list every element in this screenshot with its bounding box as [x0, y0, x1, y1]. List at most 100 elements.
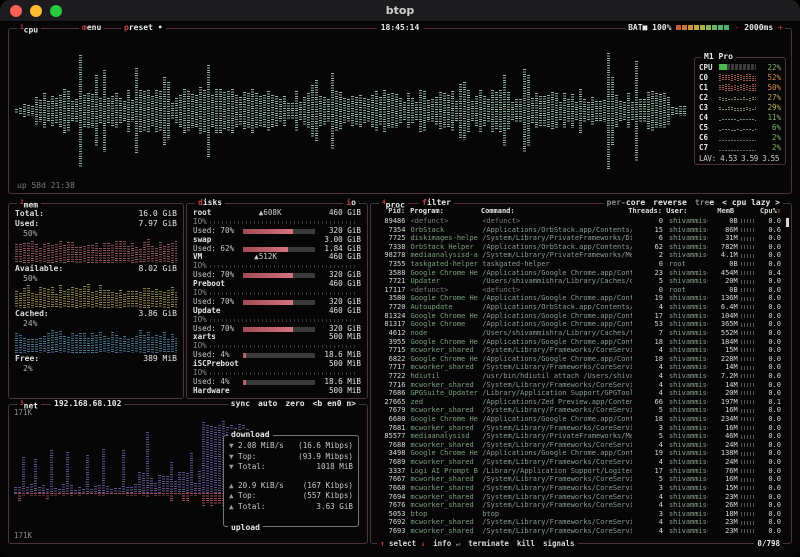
proc-threads: 5: [632, 277, 663, 286]
disk-used-meter: [243, 300, 315, 305]
process-row[interactable]: 7667 mcworker_shared /System/Library/Fra…: [376, 475, 781, 484]
proc-pid: 7694: [376, 493, 405, 502]
process-row[interactable]: 7668 mcworker_shared /System/Library/Fra…: [376, 484, 781, 493]
process-row[interactable]: 7716 mcworker_shared /System/Library/Fra…: [376, 381, 781, 390]
process-row[interactable]: 4612 node /Users/shivammishra/Library/Ca…: [376, 329, 781, 338]
process-row[interactable]: 3588 Google Chrome He /Applications/Goog…: [376, 269, 781, 278]
interval-decrease-button[interactable]: -: [734, 23, 739, 32]
proc-cpu-graph: [738, 226, 758, 235]
process-row[interactable]: 5053 btop btop 3 shivammis+ 18M 0.0: [376, 510, 781, 519]
process-row[interactable]: 6680 Google Chrome He /Applications/Goog…: [376, 415, 781, 424]
process-row[interactable]: 7688 mcworker_shared /System/Library/Fra…: [376, 441, 781, 450]
process-row[interactable]: 3498 Google Chrome He /Applications/Goog…: [376, 449, 781, 458]
proc-user: shivammis+: [663, 415, 708, 424]
process-row[interactable]: 17117 <defunct> <defunct> 0 root 0B 0.0: [376, 286, 781, 295]
proc-pid: 7681: [376, 424, 405, 433]
process-row[interactable]: 98278 mediaanalysisd-a /System/Library/P…: [376, 251, 781, 260]
process-row[interactable]: 7689 mcworker_shared /System/Library/Fra…: [376, 458, 781, 467]
process-row[interactable]: 7725 diskimages-helpe /System/Library/Pr…: [376, 234, 781, 243]
info-action[interactable]: info ↵: [433, 539, 460, 548]
proc-user: shivammis+: [663, 372, 708, 381]
proc-cpu-percent: 0.0: [757, 458, 781, 467]
proc-pid: 7717: [376, 363, 405, 372]
proc-cpu-graph: [738, 501, 758, 510]
cpu-total-meter: [719, 64, 756, 70]
process-row[interactable]: 81324 Google Chrome He /Applications/Goo…: [376, 312, 781, 321]
process-row[interactable]: 81317 Google Chrome /Applications/Google…: [376, 320, 781, 329]
disk-io-graph: [210, 345, 358, 348]
terminate-action[interactable]: terminate: [468, 539, 509, 548]
download-stat-row: ▼ 2.08 MiB/s (16.6 Mibps): [229, 441, 353, 452]
process-row[interactable]: 7722 hdiutil /usr/bin/hdiutil attach /Us…: [376, 372, 781, 381]
process-row[interactable]: 7692 mcworker_shared /System/Library/Fra…: [376, 518, 781, 527]
process-row[interactable]: 7721 Updater /Users/shivammishra/Library…: [376, 277, 781, 286]
process-row[interactable]: 27665 zed /Applications/Zed Preview.app/…: [376, 398, 781, 407]
proc-mem: 16M: [708, 475, 737, 484]
menu-button[interactable]: menu: [79, 23, 104, 33]
signals-action[interactable]: signals: [543, 539, 575, 548]
upload-arrow-icon: ▲: [229, 481, 238, 492]
process-row[interactable]: 7686 GPGSuite_Updater /Library/Applicati…: [376, 389, 781, 398]
process-row[interactable]: 7717 mcworker_shared /System/Library/Fra…: [376, 363, 781, 372]
process-row[interactable]: 7715 mcworker_shared /System/Library/Fra…: [376, 346, 781, 355]
proc-cpu-percent: 0.0: [757, 381, 781, 390]
process-row[interactable]: 85577 mediaanalysisd /System/Library/Pri…: [376, 432, 781, 441]
disk-io-graph: [210, 292, 358, 295]
process-row[interactable]: 3337 Logi AI Prompt B /Library/Applicati…: [376, 467, 781, 476]
process-row[interactable]: 7720 Autoupdate /Applications/OrbStack.a…: [376, 303, 781, 312]
proc-cpu-graph: [738, 432, 758, 441]
net-sync-button[interactable]: sync: [231, 399, 250, 409]
proc-threads: 4: [632, 389, 663, 398]
proc-pid: 81324: [376, 312, 405, 321]
net-scale-top: 171K: [14, 408, 32, 417]
proc-mem: 31M: [708, 234, 737, 243]
process-row[interactable]: 7338 OrbStack Helper /Applications/OrbSt…: [376, 243, 781, 252]
cpu-box-title[interactable]: 1cpu: [17, 23, 41, 36]
net-zero-button[interactable]: zero: [285, 399, 304, 409]
proc-program: zed: [405, 398, 482, 407]
interval-increase-button[interactable]: +: [778, 23, 783, 32]
proc-user: shivammis+: [663, 518, 708, 527]
proc-cpu-percent: 0.0: [757, 372, 781, 381]
core-history-graph: [719, 143, 756, 151]
process-row[interactable]: 7676 mcworker_shared /System/Library/Fra…: [376, 501, 781, 510]
sort-next-icon[interactable]: >: [775, 198, 780, 207]
io-mode-button[interactable]: io: [343, 198, 359, 208]
proc-pid: 6822: [376, 355, 405, 364]
process-row[interactable]: 7694 mcworker_shared /System/Library/Fra…: [376, 493, 781, 502]
proc-cpu-graph: [738, 467, 758, 476]
preset-button[interactable]: preset •: [121, 23, 166, 33]
core-percent: 2%: [759, 143, 781, 152]
proc-threads: 18: [632, 338, 663, 347]
proc-command: /Applications/Google Chrome.app/Cont: [482, 338, 631, 347]
disks-box-title[interactable]: disks: [195, 198, 225, 208]
proc-program: btop: [405, 510, 482, 519]
sort-prev-icon[interactable]: <: [722, 198, 727, 207]
process-row[interactable]: 3580 Google Chrome He /Applications/Goog…: [376, 294, 781, 303]
proc-threads: 18: [632, 415, 663, 424]
mem-metric-label: Available:: [15, 264, 63, 274]
process-row[interactable]: 7355 taskgated-helper taskgated-helper 0…: [376, 260, 781, 269]
proc-cpu-percent: 0.0: [757, 355, 781, 364]
proc-pid: 6680: [376, 415, 405, 424]
download-title: download: [228, 430, 273, 439]
proc-threads: 19: [632, 449, 663, 458]
process-row[interactable]: 6822 Google Chrome He /Applications/Goog…: [376, 355, 781, 364]
core-history-graph: [719, 83, 756, 91]
process-row[interactable]: 7681 mcworker_shared /System/Library/Fra…: [376, 424, 781, 433]
net-auto-button[interactable]: auto: [258, 399, 277, 409]
process-row[interactable]: 7693 mcworker_shared /System/Library/Fra…: [376, 527, 781, 536]
select-action[interactable]: ↑ select ↓: [380, 539, 425, 548]
proc-cpu-graph: [738, 277, 758, 286]
core-name: C7: [699, 143, 719, 152]
process-row[interactable]: 3955 Google Chrome He /Applications/Goog…: [376, 338, 781, 347]
proc-pid: 7679: [376, 406, 405, 415]
mem-metric-value: 389 MiB: [143, 354, 177, 364]
net-interface-switch[interactable]: <b en0 n>: [313, 399, 356, 409]
process-row[interactable]: 7354 OrbStack /Applications/OrbStack.app…: [376, 226, 781, 235]
clock: 18:45:14: [377, 23, 424, 32]
kill-action[interactable]: kill: [517, 539, 535, 548]
process-row[interactable]: 7679 mcworker_shared /System/Library/Fra…: [376, 406, 781, 415]
proc-scrollbar-thumb[interactable]: [786, 218, 789, 227]
process-row[interactable]: 89486 <defunct> <defunct> 0 shivammis+ 0…: [376, 217, 781, 226]
